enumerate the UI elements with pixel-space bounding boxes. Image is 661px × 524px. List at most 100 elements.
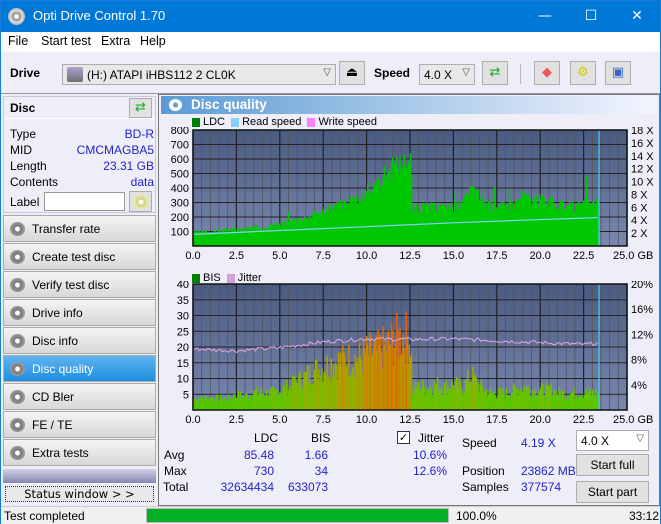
- refresh-arrows-icon: ⇄: [135, 100, 146, 115]
- y-tick-label: 25: [177, 326, 189, 338]
- nav-transfer-rate[interactable]: Transfer rate: [3, 215, 156, 242]
- y2-tick-label: 10 X: [631, 177, 654, 189]
- samples-label: Samples: [462, 480, 509, 494]
- minimize-button[interactable]: —: [522, 1, 568, 32]
- menu-start-test[interactable]: Start test: [41, 34, 91, 48]
- disc-icon: [10, 418, 25, 432]
- disc-quality-panel: Disc quality LDC Read speed Write speed …: [158, 94, 660, 506]
- drive-value: (H:) ATAPI iHBS112 2 CL0K: [87, 68, 236, 82]
- menu-help[interactable]: Help: [140, 34, 166, 48]
- y-tick-label: 500: [171, 169, 189, 181]
- left-panel: Disc ⇄ Type BD-R MID CMCMAGBA5 Length 23.31…: [1, 94, 158, 506]
- disc-info-panel: Disc ⇄ Type BD-R MID CMCMAGBA5 Length 23.31…: [3, 96, 156, 213]
- panel-title: Disc quality: [191, 97, 267, 112]
- toolbar-separator: [520, 64, 521, 84]
- y-tick-label: 5: [183, 389, 189, 401]
- nav-label: Create test disc: [32, 250, 116, 264]
- maximize-button[interactable]: ☐: [568, 1, 614, 32]
- refresh-arrows-icon: ⇄: [489, 65, 501, 80]
- y-tick-label: 700: [171, 140, 189, 152]
- chevron-down-icon: ▽: [323, 67, 331, 78]
- status-bar: Test completed 100.0% 33:12: [1, 506, 660, 524]
- test-speed-select[interactable]: 4.0 X ▽: [576, 430, 649, 451]
- x-tick-label: 17.5: [486, 414, 507, 423]
- save-button[interactable]: ▣: [605, 61, 631, 85]
- nav-cd-bler[interactable]: CD Bler: [3, 383, 156, 410]
- disc-icon: [10, 390, 25, 404]
- close-button[interactable]: ✕: [614, 1, 660, 32]
- x-tick-label: 10.0: [356, 250, 377, 262]
- chevron-down-icon: ▽: [636, 433, 644, 444]
- bis-chart: 5 10 15 20 25 30 35 40 4% 8% 12% 16% 20% 0.0 2.5 5.0 7.5…: [177, 281, 654, 423]
- nav-extra-tests[interactable]: Extra tests: [3, 439, 156, 466]
- nav-disc-info[interactable]: Disc info: [3, 327, 156, 354]
- nav-label: Extra tests: [32, 446, 89, 460]
- disc-label-button[interactable]: [129, 191, 152, 212]
- progress-fill: [147, 509, 448, 522]
- samples-value: 377574: [521, 480, 562, 494]
- y2-tick-label: 12%: [631, 329, 653, 341]
- drive-select[interactable]: (H:) ATAPI iHBS112 2 CL0K ▽: [62, 64, 336, 85]
- nav-label: Verify test disc: [32, 278, 110, 292]
- nav-disc-quality[interactable]: Disc quality: [3, 355, 156, 382]
- disc-row-length: Length 23.31 GB: [10, 159, 154, 175]
- eject-icon: ⏏: [345, 65, 359, 80]
- y-tick-label: 20: [177, 342, 189, 354]
- disc-row-contents: Contents data: [10, 175, 154, 191]
- title-bar: Opti Drive Control 1.70 — ☐ ✕: [1, 1, 660, 32]
- refresh-button[interactable]: ⇄: [482, 61, 508, 85]
- eject-button[interactable]: ⏏: [339, 61, 365, 85]
- disc-contents-value: data: [130, 175, 154, 189]
- nav-drive-info[interactable]: Drive info: [3, 299, 156, 326]
- x-tick-label: 0.0: [185, 250, 200, 262]
- jitter-label: Jitter: [418, 431, 445, 445]
- speed-select[interactable]: 4.0 X ▽: [419, 64, 475, 85]
- y2-tick-label: 4%: [631, 380, 647, 392]
- status-window-button[interactable]: Status window > >: [5, 486, 154, 502]
- x-tick-label: 15.0: [443, 414, 464, 423]
- x-tick-label: 2.5: [229, 250, 244, 262]
- y2-tick-label: 2 X: [631, 228, 648, 240]
- total-label: Total: [163, 480, 189, 494]
- nav-fe-te[interactable]: FE / TE: [3, 411, 156, 438]
- nav-verify-test-disc[interactable]: Verify test disc: [3, 271, 156, 298]
- erase-button[interactable]: ◆: [534, 61, 560, 85]
- cd-icon: [133, 195, 148, 209]
- start-part-button[interactable]: Start part: [576, 481, 649, 503]
- drive-icon: [67, 67, 83, 82]
- nav-spacer: [3, 469, 156, 483]
- y2-tick-label: 12 X: [631, 164, 654, 176]
- app-window: Opti Drive Control 1.70 — ☐ ✕ File Start…: [0, 0, 661, 524]
- nav-create-test-disc[interactable]: Create test disc: [3, 243, 156, 270]
- y2-tick-label: 14 X: [631, 151, 654, 163]
- start-full-button[interactable]: Start full: [576, 454, 649, 476]
- y-tick-label: 15: [177, 358, 189, 370]
- menu-file[interactable]: File: [8, 34, 28, 48]
- speed-value: 4.0 X: [424, 68, 453, 82]
- disc-label-input[interactable]: [44, 192, 125, 211]
- read-speed-legend-swatch: [231, 117, 240, 127]
- disc-refresh-button[interactable]: ⇄: [129, 98, 152, 118]
- gears-icon: ⚙: [577, 65, 589, 80]
- nav-label: CD Bler: [32, 390, 75, 404]
- x-tick-label: 22.5: [573, 250, 594, 262]
- position-label: Position: [462, 464, 505, 478]
- ldc-chart: 100 200 300 400 500 600 700 800 2 X4 X6 X8 X10 X…: [171, 127, 655, 262]
- progress-text: 100.0%: [456, 509, 497, 523]
- x-tick-label: 10.0: [356, 414, 377, 423]
- floppy-disk-icon: ▣: [611, 65, 625, 80]
- jitter-checkbox[interactable]: ✓: [397, 431, 410, 444]
- settings-button[interactable]: ⚙: [570, 61, 596, 85]
- disc-length-label: Length: [10, 159, 47, 173]
- disc-icon: [10, 306, 25, 320]
- disc-icon: [10, 222, 25, 236]
- x-tick-label: 7.5: [316, 414, 331, 423]
- col-bis: BIS: [311, 431, 331, 445]
- menu-extra[interactable]: Extra: [101, 34, 130, 48]
- disc-quality-icon: [169, 99, 182, 111]
- x-tick-label: 25.0 GB: [613, 250, 653, 262]
- disc-contents-label: Contents: [10, 175, 59, 189]
- position-value: 23862 MB: [521, 464, 576, 478]
- y2-tick-label: 8%: [631, 355, 647, 367]
- max-ldc: 730: [253, 464, 274, 478]
